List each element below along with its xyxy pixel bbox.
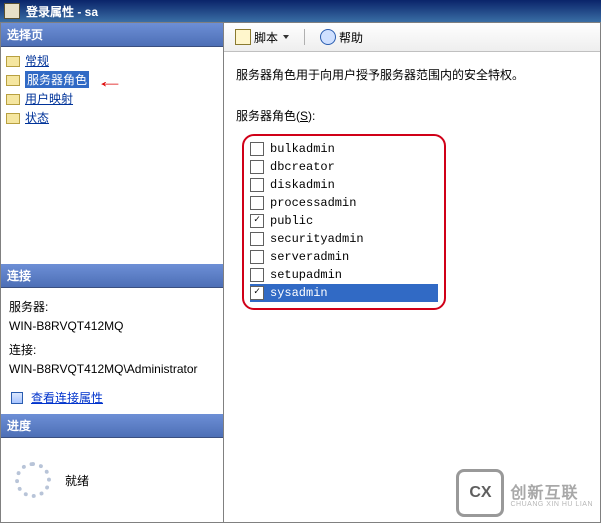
page-icon	[5, 92, 21, 106]
checkbox[interactable]	[250, 232, 264, 246]
script-icon	[235, 29, 251, 45]
checkbox[interactable]	[250, 178, 264, 192]
nav-general-label: 常规	[25, 52, 49, 69]
right-body: 服务器角色用于向用户授予服务器范围内的安全特权。 服务器角色(S): bulka…	[224, 52, 600, 522]
watermark-text: 创新互联	[510, 485, 578, 502]
right-pane: 脚本 帮助 服务器角色用于向用户授予服务器范围内的安全特权。 服务器角色(S):…	[223, 22, 601, 523]
view-connection-label[interactable]: 查看连接属性	[31, 389, 103, 406]
toolbar-separator	[304, 29, 305, 45]
watermark-sub: CHUANG XIN HU LIAN	[510, 501, 593, 508]
page-nav-list: 常规 服务器角色 用户映射 状态 ←	[1, 47, 223, 131]
conn-value: WIN-B8RVQT412MQ\Administrator	[9, 360, 215, 379]
title-bar[interactable]: 登录属性 - sa	[0, 0, 601, 22]
watermark-text-block: 创新互联 CHUANG XIN HU LIAN	[510, 479, 593, 508]
window-title: 登录属性 - sa	[26, 3, 98, 20]
role-label: setupadmin	[270, 268, 342, 282]
role-processadmin[interactable]: processadmin	[250, 194, 438, 212]
dropdown-caret-icon	[283, 35, 289, 39]
role-diskadmin[interactable]: diskadmin	[250, 176, 438, 194]
script-button[interactable]: 脚本	[230, 27, 294, 48]
watermark-logo: CX	[456, 469, 504, 517]
role-label: dbcreator	[270, 160, 335, 174]
help-button[interactable]: 帮助	[315, 27, 368, 48]
roles-box: bulkadmin dbcreator diskadmin processadm…	[236, 128, 448, 318]
role-sysadmin[interactable]: sysadmin	[250, 284, 438, 302]
progress-header: 进度	[1, 414, 223, 438]
annotation-arrow: ←	[96, 71, 125, 92]
connection-block: 服务器: WIN-B8RVQT412MQ 连接: WIN-B8RVQT412MQ…	[1, 288, 223, 381]
nav-status[interactable]: 状态	[3, 108, 221, 127]
checkbox[interactable]	[250, 142, 264, 156]
role-label: bulkadmin	[270, 142, 335, 156]
role-setupadmin[interactable]: setupadmin	[250, 266, 438, 284]
progress-spinner-icon	[15, 462, 51, 498]
left-pane: 选择页 常规 服务器角色 用户映射 状态 ←	[0, 22, 223, 523]
progress-block: 就绪	[1, 438, 223, 522]
role-label: securityadmin	[270, 232, 364, 246]
role-label: processadmin	[270, 196, 356, 210]
nav-user-mapping-label: 用户映射	[25, 90, 73, 107]
checkbox[interactable]	[250, 286, 264, 300]
role-bulkadmin[interactable]: bulkadmin	[250, 140, 438, 158]
checkbox[interactable]	[250, 160, 264, 174]
window-content: 选择页 常规 服务器角色 用户映射 状态 ←	[0, 22, 601, 523]
page-icon	[5, 111, 21, 125]
help-icon	[320, 29, 336, 45]
role-serveradmin[interactable]: serveradmin	[250, 248, 438, 266]
server-value: WIN-B8RVQT412MQ	[9, 317, 215, 336]
checkbox[interactable]	[250, 268, 264, 282]
roles-annotation-frame: bulkadmin dbcreator diskadmin processadm…	[242, 134, 446, 310]
page-description: 服务器角色用于向用户授予服务器范围内的安全特权。	[236, 66, 588, 83]
checkbox[interactable]	[250, 250, 264, 264]
checkbox[interactable]	[250, 196, 264, 210]
checkbox[interactable]	[250, 214, 264, 228]
connection-header: 连接	[1, 264, 223, 288]
nav-status-label: 状态	[25, 109, 49, 126]
left-spacer	[1, 131, 223, 264]
role-label: sysadmin	[270, 286, 328, 300]
login-properties-window: 登录属性 - sa 选择页 常规 服务器角色 用户映射	[0, 0, 601, 523]
role-securityadmin[interactable]: securityadmin	[250, 230, 438, 248]
nav-general[interactable]: 常规	[3, 51, 221, 70]
role-label: diskadmin	[270, 178, 335, 192]
toolbar: 脚本 帮助	[224, 23, 600, 52]
select-page-header: 选择页	[1, 23, 223, 47]
page-icon	[5, 54, 21, 68]
conn-label: 连接:	[9, 341, 215, 360]
role-label: serveradmin	[270, 250, 349, 264]
nav-server-roles-label: 服务器角色	[25, 71, 89, 88]
window-icon	[4, 3, 20, 19]
page-icon	[5, 73, 21, 87]
role-dbcreator[interactable]: dbcreator	[250, 158, 438, 176]
server-label: 服务器:	[9, 298, 215, 317]
view-connection-link[interactable]: 查看连接属性	[1, 381, 223, 414]
watermark: CX 创新互联 CHUANG XIN HU LIAN	[456, 469, 593, 517]
progress-status: 就绪	[65, 472, 89, 489]
role-label: public	[270, 214, 313, 228]
script-label: 脚本	[254, 29, 278, 46]
roles-list-label: 服务器角色(S):	[236, 107, 588, 124]
help-label: 帮助	[339, 29, 363, 46]
role-public[interactable]: public	[250, 212, 438, 230]
properties-icon	[9, 390, 25, 406]
